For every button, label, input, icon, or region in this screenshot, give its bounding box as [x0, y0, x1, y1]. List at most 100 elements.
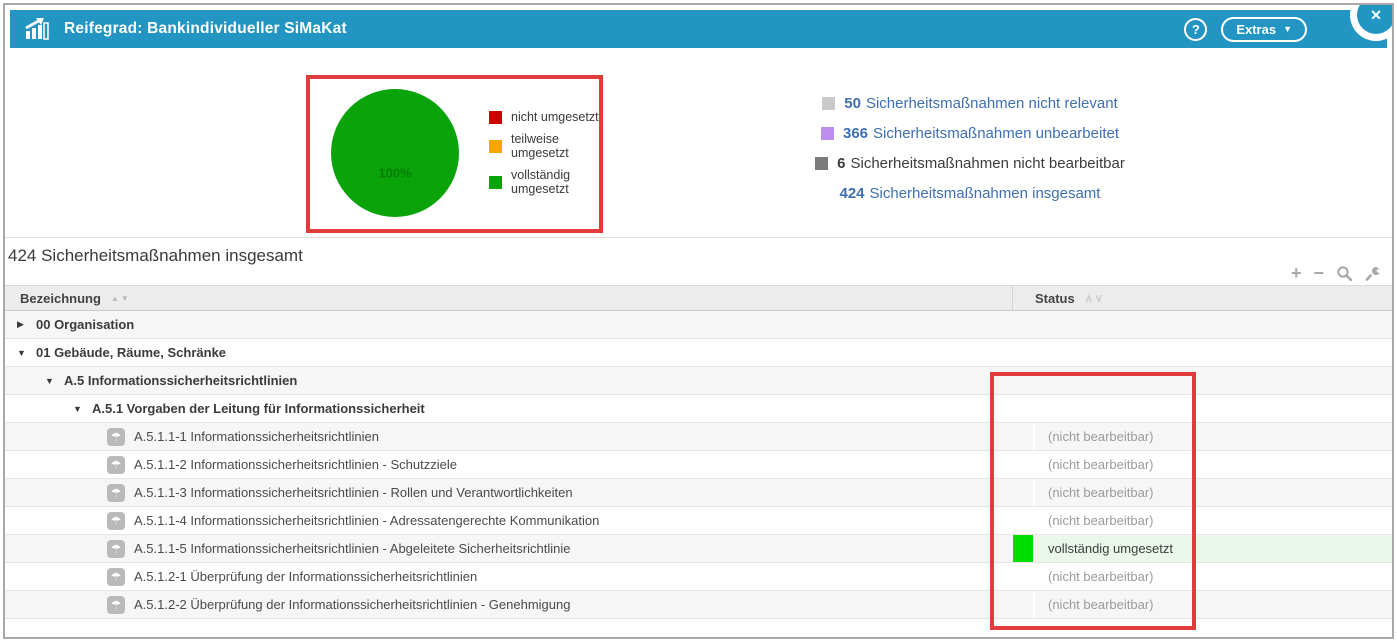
table-row[interactable]: ☂ A.5.1.1-2 Informationssicherheitsrichtl…	[5, 451, 1392, 479]
tree-collapse-icon[interactable]: ▼	[17, 348, 31, 358]
bezeichnung-cell: ☂ A.5.1.1-5 Informationssicherheitsrichtl…	[5, 535, 1013, 562]
status-cell: vollständig umgesetzt	[1013, 535, 1392, 562]
summary-panel: 100% nicht umgesetzt teilweise umgesetzt v…	[10, 48, 1387, 237]
page-title: Reifegrad: Bankindividueller SiMaKat	[64, 20, 347, 37]
measure-umbrella-icon: ☂	[107, 511, 125, 530]
status-text: (nicht bearbeitbar)	[1048, 569, 1154, 584]
table-row[interactable]: ☂ A.5.1.1-4 Informationssicherheitsrichtl…	[5, 507, 1392, 535]
status-text: (nicht bearbeitbar)	[1048, 457, 1154, 472]
legend-label: nicht umgesetzt	[511, 110, 599, 124]
column-label: Bezeichnung	[20, 290, 101, 306]
bezeichnung-cell: ▼ A.5 Informationssicherheitsrichtlinien	[5, 367, 1013, 394]
stat-swatch-icon	[822, 96, 836, 110]
legend-label: teilweise umgesetzt	[511, 132, 569, 160]
legend-item: vollständig umgesetzt	[489, 168, 603, 196]
measure-umbrella-icon: ☂	[107, 427, 125, 446]
maturity-chart-icon	[25, 17, 49, 40]
stat-value: 50	[844, 94, 861, 112]
measures-table: Bezeichnung ▲▼ Status ∧∨ ▶ 00 Organisatio…	[5, 285, 1392, 619]
status-text: (nicht bearbeitbar)	[1048, 485, 1154, 500]
measure-statistics: 50 Sicherheitsmaßnahmen nicht relevant 366…	[750, 88, 1190, 208]
table-header-row: Bezeichnung ▲▼ Status ∧∨	[5, 285, 1392, 311]
status-color-swatch	[1013, 535, 1035, 562]
wrench-icon[interactable]	[1365, 265, 1382, 282]
column-header-status[interactable]: Status ∧∨	[1013, 291, 1392, 306]
status-text: (nicht bearbeitbar)	[1048, 513, 1154, 528]
maturity-pie-chart: 100% nicht umgesetzt teilweise umgesetzt v…	[315, 78, 603, 228]
status-cell: (nicht bearbeitbar)	[1013, 451, 1392, 478]
close-icon: ✕	[1357, 5, 1392, 34]
help-button[interactable]: ?	[1184, 17, 1208, 41]
group-label: 00 Organisation	[36, 317, 135, 332]
status-text: (nicht bearbeitbar)	[1048, 597, 1154, 612]
legend-swatch-icon	[489, 110, 502, 124]
table-row[interactable]: ☂ A.5.1.1-5 Informationssicherheitsrichtl…	[5, 535, 1392, 563]
legend-swatch-icon	[489, 175, 502, 189]
table-row[interactable]: ☂ A.5.1.2-2 Überprüfung der Informationss…	[5, 591, 1392, 619]
legend-item: teilweise umgesetzt	[489, 132, 603, 160]
table-row[interactable]: ☂ A.5.1.1-1 Informationssicherheitsrichtl…	[5, 423, 1392, 451]
stat-line[interactable]: 424 Sicherheitsmaßnahmen insgesamt	[750, 178, 1190, 208]
collapse-all-icon[interactable]: −	[1313, 264, 1324, 282]
column-header-bezeichnung[interactable]: Bezeichnung ▲▼	[5, 286, 1013, 310]
group-label: A.5 Informationssicherheitsrichtlinien	[64, 373, 298, 388]
group-label: 01 Gebäude, Räume, Schränke	[36, 345, 227, 360]
stat-label: Sicherheitsmaßnahmen insgesamt	[869, 184, 1101, 202]
table-row[interactable]: ▼ 01 Gebäude, Räume, Schränke	[5, 339, 1392, 367]
measure-label: A.5.1.1-5 Informationssicherheitsrichtli…	[134, 541, 571, 556]
measure-label: A.5.1.1-4 Informationssicherheitsrichtli…	[134, 513, 600, 528]
stat-label: Sicherheitsmaßnahmen nicht bearbeitbar	[850, 154, 1125, 172]
status-cell	[1013, 339, 1392, 366]
stat-label: Sicherheitsmaßnahmen unbearbeitet	[873, 124, 1119, 142]
measure-umbrella-icon: ☂	[107, 595, 125, 614]
expand-all-icon[interactable]: +	[1291, 264, 1302, 282]
status-cell: (nicht bearbeitbar)	[1013, 591, 1392, 618]
bezeichnung-cell: ☂ A.5.1.1-1 Informationssicherheitsrichtl…	[5, 423, 1013, 450]
bezeichnung-cell: ▼ 01 Gebäude, Räume, Schränke	[5, 339, 1013, 366]
table-toolbar: + −	[1291, 264, 1382, 282]
measure-label: A.5.1.1-3 Informationssicherheitsrichtli…	[134, 485, 573, 500]
measure-umbrella-icon: ☂	[107, 455, 125, 474]
bezeichnung-cell: ☂ A.5.1.1-3 Informationssicherheitsrichtl…	[5, 479, 1013, 506]
tree-collapse-icon[interactable]: ▼	[45, 376, 59, 386]
table-row[interactable]: ▼ A.5 Informationssicherheitsrichtlinien	[5, 367, 1392, 395]
stat-swatch-icon	[815, 156, 829, 170]
stat-line[interactable]: 366 Sicherheitsmaßnahmen unbearbeitet	[750, 118, 1190, 148]
sort-icon[interactable]: ∧∨	[1085, 292, 1105, 305]
table-row[interactable]: ☂ A.5.1.2-1 Überprüfung der Informationss…	[5, 563, 1392, 591]
status-text: vollständig umgesetzt	[1048, 541, 1174, 556]
stat-value: 6	[837, 154, 846, 172]
bezeichnung-cell: ☂ A.5.1.1-2 Informationssicherheitsrichtl…	[5, 451, 1013, 478]
column-label: Status	[1035, 290, 1075, 306]
sort-icon[interactable]: ▲▼	[111, 294, 131, 303]
stat-swatch-icon	[820, 126, 834, 140]
bezeichnung-cell: ▼ A.5.1 Vorgaben der Leitung für Informat…	[5, 395, 1013, 422]
bezeichnung-cell: ☂ A.5.1.2-1 Überprüfung der Informationss…	[5, 563, 1013, 590]
tree-collapse-icon[interactable]: ▼	[73, 404, 87, 414]
table-row[interactable]: ▼ A.5.1 Vorgaben der Leitung für Informat…	[5, 395, 1392, 423]
stat-line: 6 Sicherheitsmaßnahmen nicht bearbeitbar	[750, 148, 1190, 178]
table-row[interactable]: ▶ 00 Organisation	[5, 311, 1392, 339]
measure-umbrella-icon: ☂	[107, 567, 125, 586]
group-label: A.5.1 Vorgaben der Leitung für Informati…	[92, 401, 425, 416]
measure-umbrella-icon: ☂	[107, 539, 125, 558]
status-strip	[1013, 591, 1035, 618]
tree-expand-icon[interactable]: ▶	[17, 319, 31, 330]
status-cell: (nicht bearbeitbar)	[1013, 563, 1392, 590]
measure-label: A.5.1.1-2 Informationssicherheitsrichtli…	[134, 457, 457, 472]
status-strip	[1013, 479, 1035, 506]
stat-label: Sicherheitsmaßnahmen nicht relevant	[865, 94, 1118, 112]
status-text: (nicht bearbeitbar)	[1048, 429, 1154, 444]
stat-value: 366	[842, 124, 869, 142]
bezeichnung-cell: ☂ A.5.1.2-2 Überprüfung der Informationss…	[5, 591, 1013, 618]
stat-line[interactable]: 50 Sicherheitsmaßnahmen nicht relevant	[750, 88, 1190, 118]
table-row[interactable]: ☂ A.5.1.1-3 Informationssicherheitsrichtl…	[5, 479, 1392, 507]
header-bar: Reifegrad: Bankindividueller SiMaKat ? E…	[10, 10, 1387, 48]
measure-label: A.5.1.2-1 Überprüfung der Informationssi…	[134, 569, 478, 584]
bezeichnung-cell: ☂ A.5.1.1-4 Informationssicherheitsrichtl…	[5, 507, 1013, 534]
status-strip	[1013, 423, 1035, 450]
search-icon[interactable]	[1336, 265, 1353, 282]
status-cell	[1013, 395, 1392, 422]
list-heading-block: 424 Sicherheitsmaßnahmen insgesamt + −	[5, 238, 1392, 285]
extras-dropdown-button[interactable]: Extras ▼	[1221, 16, 1307, 42]
